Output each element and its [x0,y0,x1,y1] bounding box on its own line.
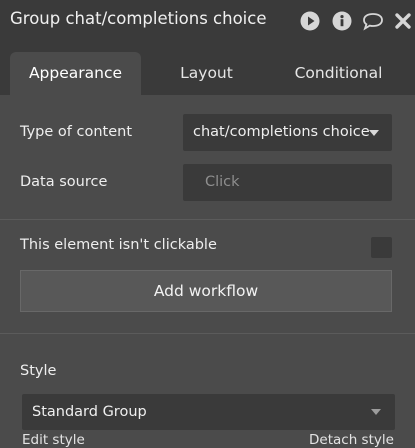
tab-conditional[interactable]: Conditional [272,52,405,95]
play-icon[interactable] [300,11,320,31]
data-source-label: Data source [20,174,108,190]
tab-appearance[interactable]: Appearance [10,52,141,95]
data-source-placeholder: Click [205,174,240,190]
chevron-down-icon [369,130,379,136]
not-clickable-checkbox[interactable] [371,237,392,258]
tab-bar: Appearance Layout Conditional [0,42,415,95]
detach-style-link[interactable]: Detach style [309,432,394,448]
section-divider [0,219,415,220]
chevron-down-icon [371,409,381,415]
close-icon[interactable] [393,11,413,31]
tab-layout[interactable]: Layout [141,52,272,95]
clickable-label: This element isn't clickable [20,237,217,253]
type-of-content-label: Type of content [20,124,133,140]
style-select[interactable]: Standard Group [22,394,395,430]
edit-style-link[interactable]: Edit style [22,432,85,448]
style-value: Standard Group [32,404,147,420]
section-divider [0,333,415,334]
comment-icon[interactable] [361,11,385,31]
panel-header: Group chat/completions choice [0,0,415,42]
style-label: Style [20,363,57,379]
add-workflow-button[interactable]: Add workflow [20,270,392,312]
type-of-content-select[interactable]: chat/completions choice [183,114,392,151]
data-source-field[interactable]: Click [183,164,392,201]
info-icon[interactable] [332,11,352,31]
panel-title: Group chat/completions choice [10,9,267,28]
type-of-content-value: chat/completions choice [193,124,370,140]
